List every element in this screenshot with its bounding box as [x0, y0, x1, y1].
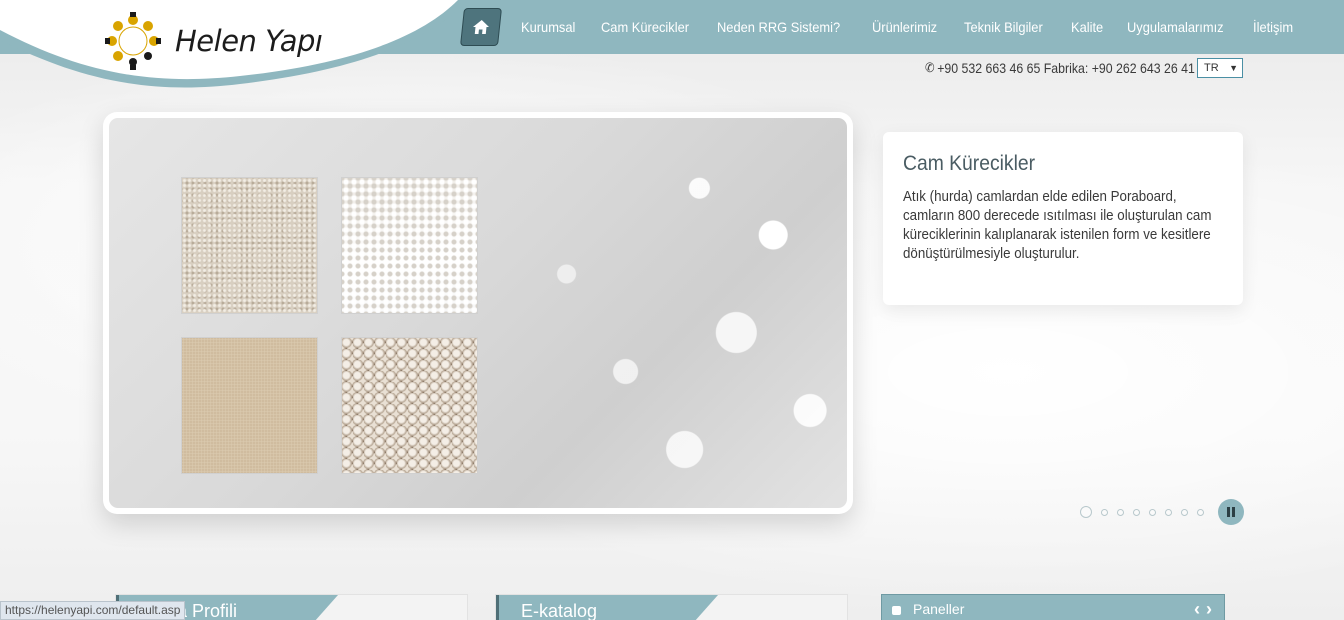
contact-phone: ✆ +90 532 663 46 65 Fabrika: +90 262 643…: [925, 60, 1195, 76]
slider-dot[interactable]: [1149, 508, 1156, 516]
slider-pagination: [1080, 505, 1213, 519]
nav-item-kurumsal[interactable]: Kurumsal: [521, 19, 575, 35]
home-button[interactable]: [460, 8, 502, 46]
e-katalog-tab[interactable]: E-katalog: [496, 595, 718, 620]
chevron-left-icon[interactable]: ‹: [1194, 599, 1202, 620]
logo-text: Helen Yapı: [175, 24, 323, 58]
glass-bead-sample-image: [181, 177, 318, 314]
nav-item-cam-kurecikler[interactable]: Cam Kürecikler: [601, 19, 689, 35]
language-select[interactable]: TR ▼: [1197, 58, 1243, 78]
slider-dot[interactable]: [1133, 508, 1140, 516]
home-icon: [473, 20, 489, 34]
glass-bead-sample-image: [181, 337, 318, 474]
slide-caption: Cam Kürecikler Atık (hurda) camlardan el…: [883, 132, 1243, 305]
slide-image: [109, 118, 847, 508]
sun-logo-icon: [105, 12, 161, 70]
slider-dot[interactable]: [1101, 508, 1108, 516]
language-value: TR: [1204, 62, 1219, 74]
browser-status-bar: https://helenyapi.com/default.asp: [0, 601, 186, 620]
nav-item-neden-rrg[interactable]: Neden RRG Sistemi?: [717, 19, 840, 35]
phone-icon: ✆: [925, 60, 935, 75]
nav-item-teknik-bilgiler[interactable]: Teknik Bilgiler: [964, 19, 1043, 35]
contact-text: +90 532 663 46 65 Fabrika: +90 262 643 2…: [937, 60, 1195, 76]
paneller-title: Paneller: [913, 601, 965, 617]
caption-text: Atık (hurda) camlardan elde edilen Porab…: [903, 189, 1212, 262]
slider-dot[interactable]: [1181, 508, 1188, 516]
panel-arrows: ‹ ›: [1190, 599, 1214, 620]
e-katalog-panel: E-katalog: [495, 594, 848, 620]
slider-dot[interactable]: [1117, 508, 1124, 516]
nav-item-iletisim[interactable]: İletişim: [1253, 19, 1293, 35]
square-icon: [892, 605, 901, 615]
chevron-down-icon: ▼: [1229, 63, 1238, 73]
main-navigation: Kurumsal Cam Kürecikler Neden RRG Sistem…: [460, 8, 1307, 46]
paneller-panel: Paneller ‹ ›: [881, 594, 1225, 620]
slider-dot[interactable]: [1080, 506, 1092, 518]
pause-icon: [1226, 507, 1236, 517]
site-logo[interactable]: Helen Yapı: [103, 8, 333, 74]
nav-item-kalite[interactable]: Kalite: [1071, 19, 1103, 35]
caption-title: Cam Kürecikler: [903, 152, 1036, 175]
chevron-right-icon[interactable]: ›: [1206, 599, 1214, 620]
slider-dot[interactable]: [1197, 508, 1204, 516]
glass-bead-sample-image: [341, 177, 478, 314]
hero-slider: [103, 112, 853, 514]
slider-dot[interactable]: [1165, 508, 1172, 516]
nav-item-uygulamalarimiz[interactable]: Uygulamalarımız: [1127, 19, 1224, 35]
nav-item-urunlerimiz[interactable]: Ürünlerimiz: [872, 19, 937, 35]
slider-pause-button[interactable]: [1218, 499, 1244, 525]
glass-bead-sample-image: [341, 337, 478, 474]
